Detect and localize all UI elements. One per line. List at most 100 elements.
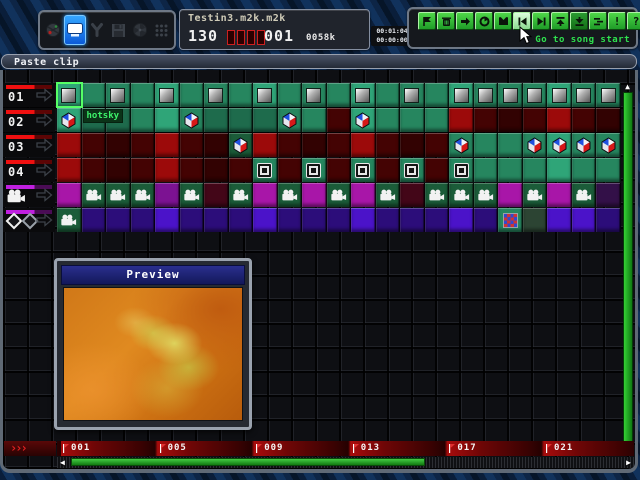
grid-cell-r4c4[interactable]: [131, 158, 156, 182]
grid-cell-r2c8[interactable]: [229, 108, 254, 132]
grid-cell-r6c23[interactable]: [596, 208, 621, 232]
grid-cell-r1c17[interactable]: [449, 83, 474, 107]
grid-cell-r2c9[interactable]: [253, 108, 278, 132]
grid-cell-r6c16[interactable]: [425, 208, 450, 232]
grid-cell-r2c7[interactable]: [204, 108, 229, 132]
grid-cell-r5c19[interactable]: [498, 183, 523, 207]
grid-cell-r3c10[interactable]: [278, 133, 303, 157]
horizontal-scrollbar[interactable]: ◀ ▶: [57, 457, 634, 468]
grid-cell-r3c7[interactable]: [204, 133, 229, 157]
grid-cell-r5c5[interactable]: [155, 183, 180, 207]
grid-cell-r2c5[interactable]: [155, 108, 180, 132]
grid-cell-r5c7[interactable]: [204, 183, 229, 207]
timeline-marker[interactable]: 017: [449, 443, 476, 453]
grid-cell-r3c11[interactable]: [302, 133, 327, 157]
grid-cell-r6c8[interactable]: [229, 208, 254, 232]
scroll-top-button[interactable]: [551, 12, 569, 30]
grid-cell-r3c20[interactable]: [523, 133, 548, 157]
grid-cell-r6c17[interactable]: [449, 208, 474, 232]
grid-cell-r3c8[interactable]: [229, 133, 254, 157]
grid-cell-r2c22[interactable]: [572, 108, 597, 132]
grid-cell-r4c23[interactable]: [596, 158, 621, 182]
grid-cell-r6c7[interactable]: [204, 208, 229, 232]
grid-cell-r6c18[interactable]: [474, 208, 499, 232]
grid-cell-r4c19[interactable]: [498, 158, 523, 182]
levels-button[interactable]: [589, 12, 607, 30]
grid-cell-r2c16[interactable]: [425, 108, 450, 132]
grid-cell-r5c13[interactable]: [351, 183, 376, 207]
grid-cell-r3c16[interactable]: [425, 133, 450, 157]
grid-cell-r3c22[interactable]: [572, 133, 597, 157]
grid-cell-r5c16[interactable]: [425, 183, 450, 207]
grid-cell-r3c13[interactable]: [351, 133, 376, 157]
grid-cell-r1c1[interactable]: [57, 83, 82, 107]
loop-button[interactable]: [475, 12, 493, 30]
grid-cell-r3c23[interactable]: [596, 133, 621, 157]
grid-cell-r6c11[interactable]: [302, 208, 327, 232]
grid-cell-r6c14[interactable]: [376, 208, 401, 232]
tool-display-button[interactable]: [64, 15, 86, 45]
grid-cell-r5c2[interactable]: [82, 183, 107, 207]
grid-cell-r2c20[interactable]: [523, 108, 548, 132]
grid-cell-r1c6[interactable]: [180, 83, 205, 107]
tool-globe-button[interactable]: [43, 16, 63, 44]
grid-cell-r5c23[interactable]: [596, 183, 621, 207]
tool-matrix-button[interactable]: [151, 16, 171, 44]
grid-cell-r1c12[interactable]: [327, 83, 352, 107]
grid-cell-r4c13[interactable]: [351, 158, 376, 182]
grid-cell-r3c4[interactable]: [131, 133, 156, 157]
flag-button[interactable]: [418, 12, 436, 30]
grid-cell-r2c15[interactable]: [400, 108, 425, 132]
grid-cell-r3c15[interactable]: [400, 133, 425, 157]
grid-cell-r3c6[interactable]: [180, 133, 205, 157]
grid-cell-r4c3[interactable]: [106, 158, 131, 182]
track-header-01[interactable]: 01: [3, 83, 55, 107]
grid-cell-r3c19[interactable]: [498, 133, 523, 157]
tool-joystick-button[interactable]: [87, 16, 107, 44]
grid-cell-r5c4[interactable]: [131, 183, 156, 207]
grid-cell-r6c15[interactable]: [400, 208, 425, 232]
grid-cell-r3c18[interactable]: [474, 133, 499, 157]
timeline-ruler[interactable]: 001005009013017021: [57, 441, 634, 456]
grid-cell-r5c17[interactable]: [449, 183, 474, 207]
grid-cell-r5c10[interactable]: [278, 183, 303, 207]
grid-cell-r4c1[interactable]: [57, 158, 82, 182]
track-header-02[interactable]: 02: [3, 108, 55, 132]
grid-cell-r1c5[interactable]: [155, 83, 180, 107]
grid-cell-r4c16[interactable]: [425, 158, 450, 182]
grid-cell-r6c10[interactable]: [278, 208, 303, 232]
grid-cell-r1c4[interactable]: [131, 83, 156, 107]
grid-cell-r5c9[interactable]: [253, 183, 278, 207]
grid-cell-r3c12[interactable]: [327, 133, 352, 157]
timeline-marker[interactable]: 009: [256, 443, 283, 453]
grid-cell-r1c7[interactable]: [204, 83, 229, 107]
track-header-diamonds[interactable]: [3, 208, 55, 232]
grid-cell-r6c4[interactable]: [131, 208, 156, 232]
grid-cell-r6c1[interactable]: [57, 208, 82, 232]
grid-cell-r1c22[interactable]: [572, 83, 597, 107]
grid-cell-r6c19[interactable]: [498, 208, 523, 232]
grid-cell-r5c3[interactable]: [106, 183, 131, 207]
grid-cell-r1c2[interactable]: [82, 83, 107, 107]
grid-cell-r6c9[interactable]: [253, 208, 278, 232]
grid-cell-r3c9[interactable]: [253, 133, 278, 157]
grid-cell-r6c12[interactable]: [327, 208, 352, 232]
grid-cell-r1c11[interactable]: [302, 83, 327, 107]
grid-cell-r1c3[interactable]: [106, 83, 131, 107]
horizontal-scroll-thumb[interactable]: [71, 458, 425, 466]
grid-cell-r5c11[interactable]: [302, 183, 327, 207]
alert-button[interactable]: !: [608, 12, 626, 30]
grid-cell-r4c5[interactable]: [155, 158, 180, 182]
tool-save-button[interactable]: [109, 16, 129, 44]
grid-cell-r2c17[interactable]: [449, 108, 474, 132]
grid-cell-r2c14[interactable]: [376, 108, 401, 132]
grid-cell-r1c18[interactable]: [474, 83, 499, 107]
grid-cell-r3c17[interactable]: [449, 133, 474, 157]
grid-cell-r6c3[interactable]: [106, 208, 131, 232]
grid-cell-r1c9[interactable]: [253, 83, 278, 107]
grid-cell-r2c23[interactable]: [596, 108, 621, 132]
grid-cell-r6c5[interactable]: [155, 208, 180, 232]
scroll-up-icon[interactable]: ▲: [622, 83, 633, 91]
grid-cell-r6c20[interactable]: [523, 208, 548, 232]
track-header-camera[interactable]: [3, 183, 55, 207]
